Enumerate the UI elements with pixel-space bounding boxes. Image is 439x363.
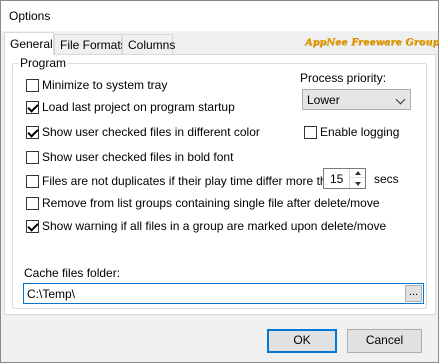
- options-dialog: Options General File Formats Columns App…: [0, 0, 439, 363]
- spinner-buttons: [349, 169, 365, 188]
- show-checked-color-option[interactable]: Show user checked files in different col…: [26, 125, 260, 139]
- remove-single-label: Remove from list groups containing singl…: [42, 196, 380, 210]
- secs-unit-label: secs: [374, 172, 399, 186]
- tab-general[interactable]: General: [4, 32, 54, 55]
- load-last-project-checkbox[interactable]: [26, 100, 39, 114]
- not-duplicates-label: Files are not duplicates if their play t…: [42, 174, 340, 188]
- process-priority-select[interactable]: Lower: [302, 89, 411, 110]
- cache-folder-label: Cache files folder:: [24, 266, 121, 280]
- enable-logging-checkbox[interactable]: [304, 125, 317, 139]
- cache-folder-field[interactable]: ...: [23, 283, 424, 304]
- load-last-project-label: Load last project on program startup: [42, 100, 235, 114]
- cache-folder-input[interactable]: [27, 286, 397, 301]
- spin-down-button[interactable]: [350, 179, 365, 188]
- show-checked-bold-label: Show user checked files in bold font: [42, 150, 234, 164]
- tab-columns[interactable]: Columns: [122, 34, 175, 54]
- remove-single-option[interactable]: Remove from list groups containing singl…: [26, 196, 380, 210]
- program-group: Program Minimize to system tray Load las…: [12, 56, 427, 309]
- ok-button[interactable]: OK: [267, 329, 337, 353]
- minimize-tray-checkbox[interactable]: [26, 78, 39, 92]
- not-duplicates-option[interactable]: Files are not duplicates if their play t…: [26, 174, 340, 188]
- minimize-tray-option[interactable]: Minimize to system tray: [26, 78, 167, 92]
- program-group-legend: Program: [18, 56, 69, 70]
- spin-up-button[interactable]: [350, 169, 365, 178]
- cancel-button[interactable]: Cancel: [347, 329, 422, 353]
- tab-file-formats[interactable]: File Formats: [54, 34, 127, 54]
- process-priority-value: Lower: [307, 93, 340, 107]
- title-bar[interactable]: Options: [1, 1, 438, 31]
- show-checked-color-label: Show user checked files in different col…: [42, 125, 260, 139]
- show-warning-label: Show warning if all files in a group are…: [42, 219, 387, 233]
- enable-logging-label: Enable logging: [320, 125, 400, 139]
- general-panel: Program Minimize to system tray Load las…: [4, 54, 436, 315]
- arrow-up-icon: [354, 171, 361, 175]
- process-priority-label: Process priority:: [300, 71, 387, 85]
- load-last-project-option[interactable]: Load last project on program startup: [26, 100, 235, 114]
- show-checked-bold-checkbox[interactable]: [26, 150, 39, 164]
- browse-folder-button[interactable]: ...: [405, 285, 422, 302]
- chevron-down-icon: [395, 94, 406, 105]
- play-time-value[interactable]: 15: [330, 172, 343, 186]
- minimize-tray-label: Minimize to system tray: [42, 78, 168, 92]
- show-warning-checkbox[interactable]: [26, 219, 39, 233]
- remove-single-checkbox[interactable]: [26, 196, 39, 210]
- play-time-spinner[interactable]: 15: [323, 168, 366, 189]
- show-checked-color-checkbox[interactable]: [26, 125, 39, 139]
- arrow-down-icon: [354, 181, 361, 186]
- watermark-logo: AppNee Freeware Group.: [305, 37, 439, 48]
- window-title: Options: [9, 9, 51, 23]
- show-checked-bold-option[interactable]: Show user checked files in bold font: [26, 150, 233, 164]
- show-warning-option[interactable]: Show warning if all files in a group are…: [26, 219, 386, 233]
- enable-logging-option[interactable]: Enable logging: [304, 125, 399, 139]
- not-duplicates-checkbox[interactable]: [26, 174, 39, 188]
